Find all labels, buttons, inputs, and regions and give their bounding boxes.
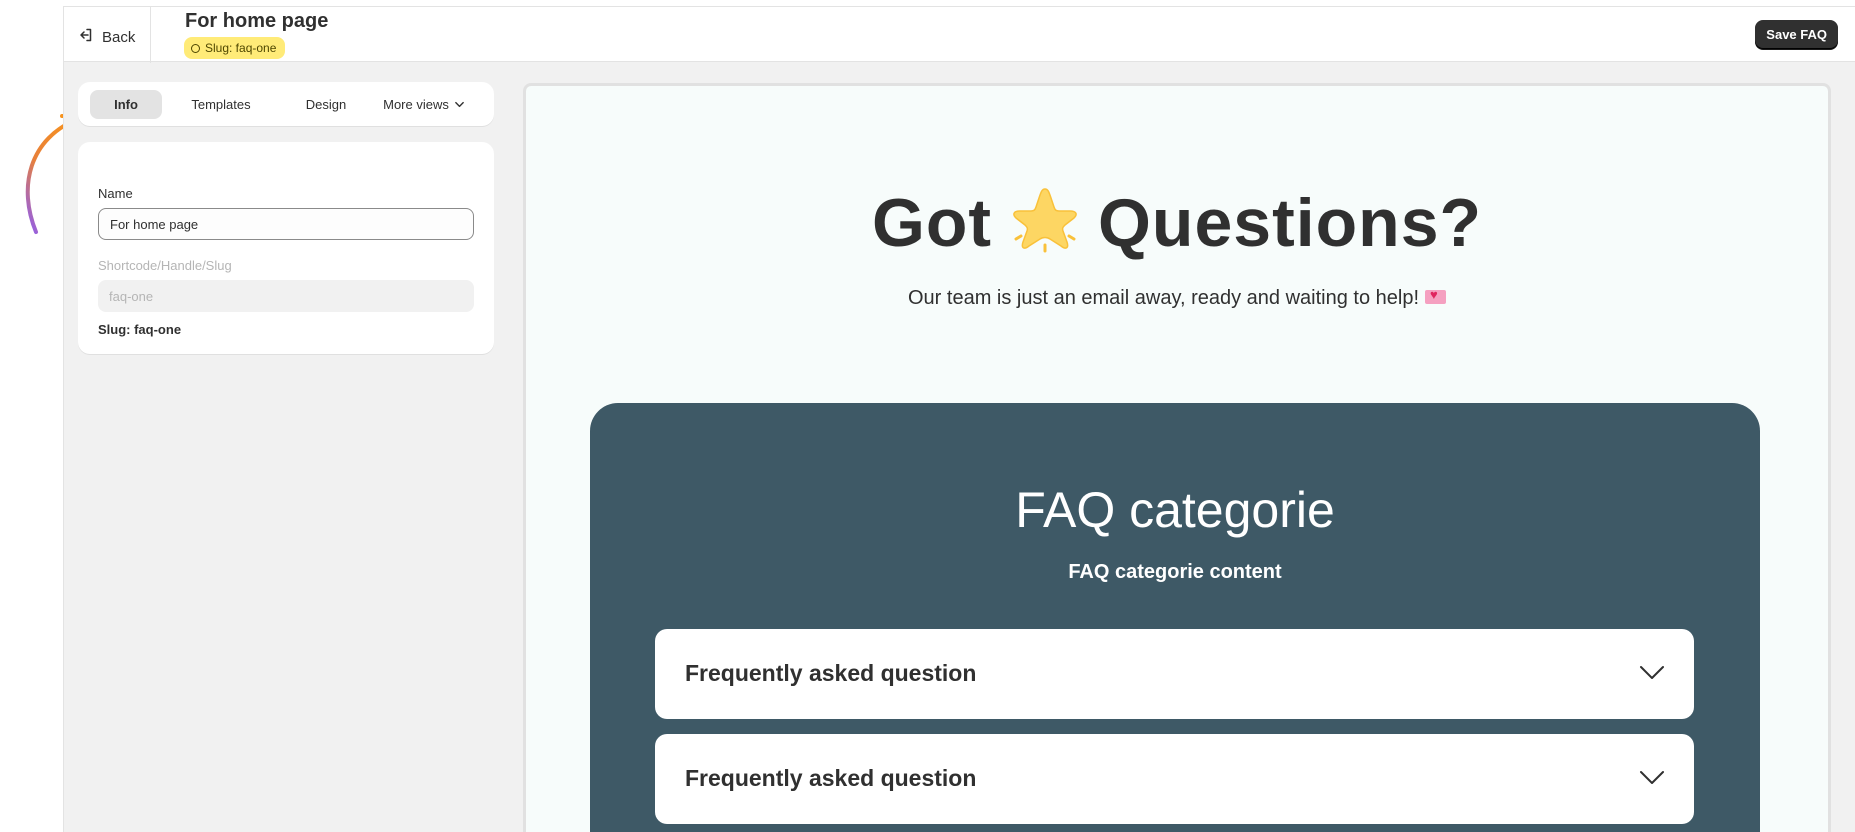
slug-value-text: Slug: faq-one [98, 322, 182, 337]
tab-more-views-label: More views [383, 96, 449, 112]
view-tabs: Info Templates Design More views [78, 82, 494, 126]
love-letter-icon [1425, 287, 1446, 304]
chevron-down-icon [1640, 771, 1664, 784]
hero-subtitle-text: Our team is just an email away, ready an… [908, 287, 1419, 309]
back-label: Back [102, 28, 136, 46]
hero-subtitle: Our team is just an email away, ready an… [526, 287, 1828, 310]
faq-category-section: FAQ categorie FAQ categorie content Freq… [590, 403, 1760, 832]
chevron-down-icon [1640, 666, 1664, 679]
info-card: Name For home page Shortcode/Handle/Slug… [78, 142, 494, 354]
faq-question: Frequently asked question [685, 660, 977, 686]
save-faq-button[interactable]: Save FAQ [1755, 20, 1838, 49]
topbar-divider [150, 7, 151, 63]
faq-item[interactable]: Frequently asked question [655, 734, 1694, 824]
faq-item[interactable]: Frequently asked question [655, 629, 1694, 719]
exit-icon [78, 27, 94, 47]
tab-templates[interactable]: Templates [162, 90, 280, 119]
star-icon [1013, 188, 1077, 253]
name-label: Name [98, 186, 133, 201]
faq-category-subtitle: FAQ categorie content [1068, 561, 1282, 583]
faq-question: Frequently asked question [685, 765, 977, 791]
tab-more-views[interactable]: More views [372, 90, 476, 119]
chevron-down-icon [455, 101, 464, 107]
slug-field[interactable]: faq-one [98, 280, 474, 312]
status-badge: Slug: faq-one [184, 37, 286, 59]
app-window: Back For home page Slug: faq-one Save FA… [63, 6, 1855, 832]
hero-title-end: Questions? [1098, 185, 1483, 261]
slug-label: Shortcode/Handle/Slug [98, 258, 232, 273]
faq-category-title: FAQ categorie [1015, 482, 1335, 538]
faq-preview: Got Questions? Our team is just an email… [523, 83, 1831, 832]
tab-design[interactable]: Design [280, 90, 372, 119]
name-field[interactable]: For home page [98, 208, 474, 240]
status-badge-label: Slug: faq-one [205, 41, 277, 55]
circle-icon [191, 43, 200, 53]
back-button[interactable]: Back [78, 25, 135, 49]
hero-title-start: Got [871, 185, 993, 261]
top-bar: Back For home page Slug: faq-one Save FA… [64, 6, 1855, 63]
hero-title: Got Questions? [526, 184, 1828, 265]
page-title: For home page [185, 10, 329, 32]
tab-info[interactable]: Info [90, 89, 162, 119]
